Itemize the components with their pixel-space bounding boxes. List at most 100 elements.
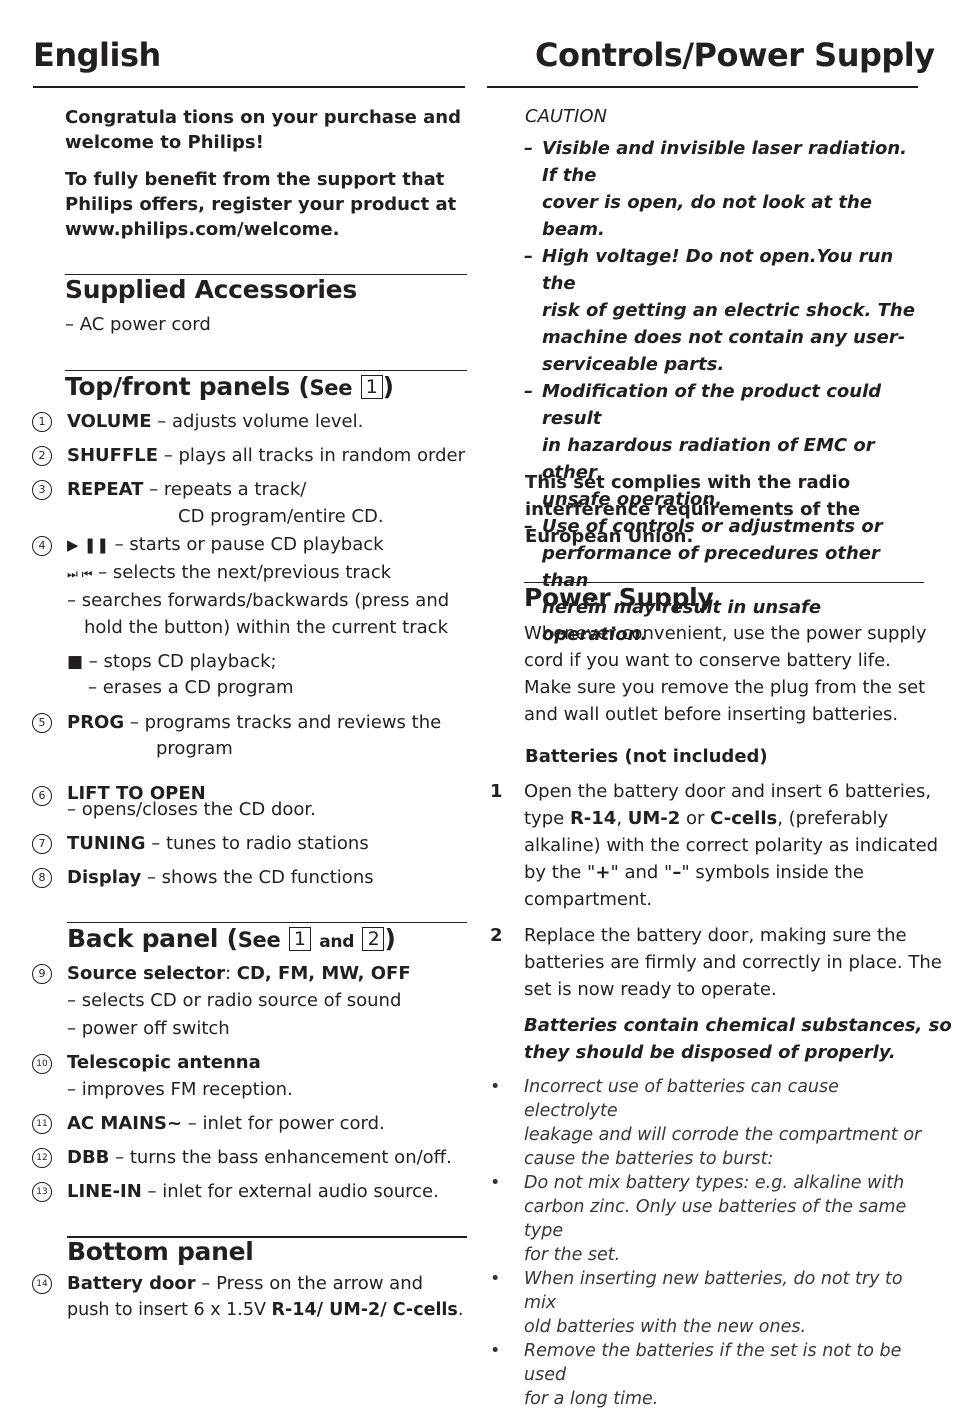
intro-text: Congratula tions on your purchase and we… xyxy=(65,105,461,242)
control-desc: – starts or pause CD playback xyxy=(108,534,384,555)
list-item: • Incorrect use of batteries can cause el… xyxy=(490,1075,930,1171)
control-desc: – stops CD playback; xyxy=(83,651,277,672)
control-volume: VOLUME – adjusts volume level. xyxy=(67,408,363,435)
control-desc-cont: – opens/closes the CD door. xyxy=(67,799,316,820)
stop-icon: ■ xyxy=(67,652,84,672)
bullet-line: leakage and will corrode the compartment… xyxy=(524,1125,922,1145)
body-line: Make sure you remove the plug from the s… xyxy=(524,677,926,698)
step-line: compartment. xyxy=(524,889,653,910)
header-rule-right xyxy=(487,86,918,88)
bullet-line: When inserting new batteries, do not try… xyxy=(524,1269,903,1313)
body-line: Whenever convenient, use the power suppl… xyxy=(524,623,927,644)
control-search: – searches forwards/backwards (press and xyxy=(67,590,450,611)
caution-line: Visible and invisible laser radiation. I… xyxy=(542,138,908,186)
play-pause-icon: ▶ ❚❚ xyxy=(67,536,109,554)
list-item: • Remove the batteries if the set is not … xyxy=(490,1339,930,1411)
back-panel-heading: Back panel (See 1 and 2) xyxy=(67,924,396,953)
step-line: batteries are firmly and correctly in pl… xyxy=(524,952,942,973)
step-number: 2 xyxy=(490,925,503,946)
text: by the " xyxy=(524,862,596,883)
control-label: VOLUME xyxy=(67,411,152,432)
bullet-line: Do not mix battery types: e.g. alkaline … xyxy=(524,1173,905,1193)
bullet-icon: • xyxy=(490,1341,501,1361)
step-line: Replace the battery door, making sure th… xyxy=(524,925,907,946)
control-skip: ⏭ ⏮ – selects the next/previous track xyxy=(67,559,391,588)
control-desc: – Press on the arrow and xyxy=(195,1273,424,1294)
control-label: CD, FM, MW, OFF xyxy=(236,963,411,984)
control-battery-door: Battery door – Press on the arrow and xyxy=(67,1270,423,1297)
skip-next-prev-icon: ⏭ ⏮ xyxy=(67,567,93,581)
control-ac-mains: AC MAINS~ – inlet for power cord. xyxy=(67,1110,385,1137)
callout-number: 5 xyxy=(32,713,52,733)
control-repeat: REPEAT – repeats a track/ xyxy=(67,476,306,503)
separator: / xyxy=(316,1300,330,1320)
step-line: Open the battery door and insert 6 batte… xyxy=(524,781,932,802)
page-title-left: English xyxy=(33,36,161,74)
battery-type: R-14 xyxy=(569,808,617,829)
power-supply-body: Whenever convenient, use the power suppl… xyxy=(524,620,927,728)
control-desc: – adjusts volume level. xyxy=(151,411,364,432)
control-label: SHUFFLE xyxy=(67,445,159,466)
battery-tips-list: • Incorrect use of batteries can cause el… xyxy=(490,1075,930,1411)
control-desc-cont: – selects CD or radio source of sound xyxy=(67,990,402,1011)
control-prog: PROG – programs tracks and reviews the xyxy=(67,709,441,736)
header-rule-left xyxy=(33,86,465,88)
intro-line: Congratula tions on your purchase and xyxy=(65,107,461,128)
control-tuning: TUNING – tunes to radio stations xyxy=(67,830,369,857)
callout-number: 11 xyxy=(32,1114,52,1134)
control-desc: – turns the bass enhancement on/off. xyxy=(109,1147,452,1168)
intro-line: welcome to Philips! xyxy=(65,132,264,153)
control-label: Battery door xyxy=(67,1273,196,1294)
text: push to insert 6 x 1.5V xyxy=(67,1300,272,1320)
text: , (preferably xyxy=(777,808,889,829)
caution-item: – High voltage! Do not open.You run the ri… xyxy=(524,243,924,378)
callout-number: 3 xyxy=(32,480,52,500)
caution-line: machine does not contain any user- xyxy=(542,327,906,348)
dash: – xyxy=(524,138,533,159)
callout-number: 4 xyxy=(32,536,52,556)
dash: – xyxy=(524,246,533,267)
body-line: and wall outlet before inserting batteri… xyxy=(524,704,899,725)
text: type xyxy=(524,808,570,829)
separator: / xyxy=(380,1300,393,1320)
control-desc: – selects the next/previous track xyxy=(92,562,392,583)
control-label: PROG xyxy=(67,712,125,733)
battery-type: UM-2 xyxy=(329,1300,381,1320)
compliance-line: interference requirements of the xyxy=(525,499,861,520)
intro-line: Philips offers, register your product at xyxy=(65,194,457,215)
caution-line: risk of getting an electric shock. The xyxy=(542,300,915,321)
intro-line: To fully benefit from the support that xyxy=(65,169,445,190)
text: , xyxy=(616,808,628,829)
heading-paren: ) xyxy=(384,924,396,953)
bullet-line: for the set. xyxy=(524,1245,621,1265)
text: . xyxy=(457,1300,464,1320)
warning-line: they should be disposed of properly. xyxy=(524,1042,896,1063)
control-desc-cont: CD program/entire CD. xyxy=(178,506,384,527)
heading-text: Back panel ( xyxy=(67,924,238,953)
control-desc-cont: program xyxy=(156,738,233,759)
list-item: • When inserting new batteries, do not tr… xyxy=(490,1267,930,1339)
welcome-link[interactable]: www.philips.com/welcome. xyxy=(65,217,461,242)
text: " and " xyxy=(610,862,673,883)
callout-number: 14 xyxy=(32,1274,52,1294)
control-desc: – programs tracks and reviews the xyxy=(124,712,442,733)
minus-symbol: – xyxy=(672,862,682,883)
step-1: Open the battery door and insert 6 batte… xyxy=(524,778,938,913)
power-supply-heading: Power Supply xyxy=(524,583,714,612)
and-text: and xyxy=(319,932,355,952)
list-item: • Do not mix battery types: e.g. alkaline… xyxy=(490,1171,930,1267)
caution-heading: CAUTION xyxy=(525,106,607,127)
bullet-line: Incorrect use of batteries can cause ele… xyxy=(524,1077,839,1121)
step-2: Replace the battery door, making sure th… xyxy=(524,922,942,1003)
see-text: See xyxy=(237,928,281,952)
control-source-selector: Source selector: CD, FM, MW, OFF xyxy=(67,960,411,987)
callout-number: 9 xyxy=(32,964,52,984)
control-label: LINE-IN xyxy=(67,1181,142,1202)
callout-number: 13 xyxy=(32,1182,52,1202)
battery-type: C-cells xyxy=(710,808,778,829)
control-desc-cont: push to insert 6 x 1.5V R-14/ UM-2/ C-ce… xyxy=(67,1297,463,1324)
callout-number: 10 xyxy=(32,1054,52,1074)
control-desc: – tunes to radio stations xyxy=(145,833,369,854)
control-desc-cont: – power off switch xyxy=(67,1018,230,1039)
control-stop: ■ – stops CD playback; xyxy=(67,648,277,676)
